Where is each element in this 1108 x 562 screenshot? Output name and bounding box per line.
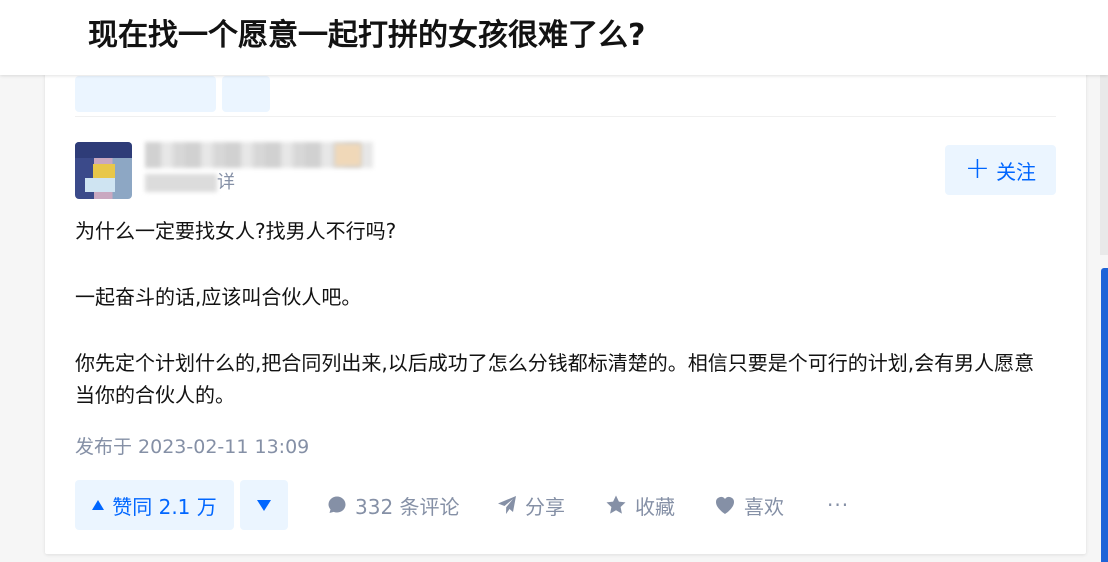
share-icon bbox=[498, 496, 516, 514]
share-label: 分享 bbox=[525, 494, 565, 519]
previous-upvote-button[interactable] bbox=[75, 76, 216, 112]
answer-paragraph: 一起奋斗的话,应该叫合伙人吧。 bbox=[75, 285, 362, 309]
publish-time[interactable]: 发布于 2023-02-11 13:09 bbox=[75, 434, 309, 460]
answer-content: 为什么一定要找女人?找男人不行吗? 一起奋斗的话,应该叫合伙人吧。 你先定个计划… bbox=[75, 215, 1035, 411]
follow-button[interactable]: + 关注 bbox=[945, 145, 1056, 195]
heart-icon bbox=[716, 497, 734, 514]
collect-button[interactable]: 收藏 bbox=[605, 480, 675, 530]
upvote-triangle-icon bbox=[92, 500, 105, 510]
author-bio-blurred bbox=[145, 174, 217, 192]
answer-paragraph: 为什么一定要找女人?找男人不行吗? bbox=[75, 219, 397, 243]
plus-icon: + bbox=[964, 150, 991, 186]
follow-label: 关注 bbox=[996, 159, 1037, 184]
upvote-label: 赞同 2.1 万 bbox=[112, 494, 217, 519]
like-label: 喜欢 bbox=[744, 494, 784, 519]
comments-button[interactable]: 332 条评论 bbox=[327, 480, 460, 530]
downvote-triangle-icon bbox=[257, 499, 271, 511]
answer-divider bbox=[75, 116, 1056, 117]
answer-card: 详 + 关注 为什么一定要找女人?找男人不行吗? 一起奋斗的话,应该叫合伙人吧。… bbox=[45, 40, 1086, 554]
star-icon bbox=[606, 495, 626, 514]
answer-paragraph: 你先定个计划什么的,把合同列出来,以后成功了怎么分钱都标清楚的。相信只要是个可行… bbox=[75, 351, 1035, 407]
previous-downvote-button[interactable] bbox=[222, 76, 270, 112]
author-badge-blurred bbox=[335, 144, 361, 166]
upvote-button[interactable]: 赞同 2.1 万 bbox=[75, 480, 234, 530]
author-bio: 详 bbox=[217, 172, 235, 193]
question-title[interactable]: 现在找一个愿意一起打拼的女孩很难了么? bbox=[88, 16, 645, 56]
side-panel-edge bbox=[1101, 268, 1108, 562]
answer-action-bar: 赞同 2.1 万 332 条评论 分享 收藏 喜欢 ··· bbox=[75, 480, 1065, 530]
like-button[interactable]: 喜欢 bbox=[714, 480, 784, 530]
sticky-question-header: 现在找一个愿意一起打拼的女孩很难了么? bbox=[0, 0, 1108, 75]
comments-label: 332 条评论 bbox=[355, 494, 460, 519]
scrollbar-track[interactable] bbox=[1100, 75, 1108, 255]
author-avatar[interactable] bbox=[75, 142, 132, 199]
more-icon[interactable]: ··· bbox=[827, 480, 849, 530]
share-button[interactable]: 分享 bbox=[497, 480, 565, 530]
collect-label: 收藏 bbox=[635, 494, 675, 519]
downvote-button[interactable] bbox=[240, 480, 288, 530]
comment-icon bbox=[328, 496, 346, 513]
